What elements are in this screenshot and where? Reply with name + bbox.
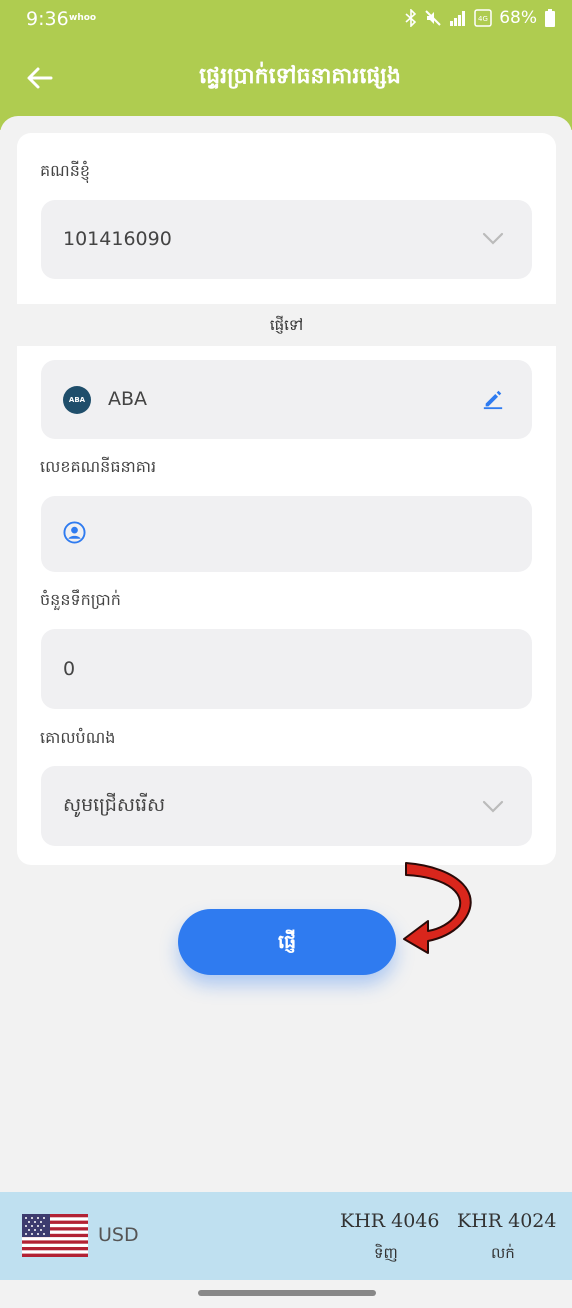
my-account-select[interactable]: 101416090: [41, 200, 532, 279]
system-nav-bar: [0, 1280, 572, 1308]
lte-text: 4G: [478, 15, 488, 23]
amount-input[interactable]: 0: [41, 629, 532, 709]
status-time: 9:36: [26, 8, 69, 30]
mute-icon: [425, 10, 441, 26]
us-flag-icon: [22, 1214, 88, 1257]
bank-name: ABA: [108, 388, 148, 410]
bank-select[interactable]: ABA ABA: [41, 360, 532, 439]
buy-label: ទិញ: [374, 1244, 398, 1262]
currency-code: USD: [98, 1224, 139, 1246]
purpose-select[interactable]: សូមជ្រើសរើស: [41, 766, 532, 846]
account-circle-icon[interactable]: [63, 521, 86, 544]
bluetooth-icon: [405, 9, 417, 27]
amount-label: ចំនួនទឹកប្រាក់: [40, 590, 121, 609]
status-bar: 9:36 whoo 4G 68%: [0, 0, 572, 40]
my-account-label: គណនីខ្ញុំ: [40, 161, 90, 180]
sell-rate: KHR 4024: [457, 1210, 557, 1232]
send-to-section-header: ផ្ញើទៅ: [17, 304, 556, 346]
app-header: 9:36 whoo 4G 68% ផ្ទេរប្រាក់ទៅធនាគារផ្សេ…: [0, 0, 572, 130]
battery-percent: 68%: [499, 8, 537, 28]
account-number-input[interactable]: [41, 496, 532, 572]
home-indicator[interactable]: [198, 1290, 376, 1296]
buy-rate: KHR 4046: [340, 1210, 440, 1232]
send-to-label: ផ្ញើទៅ: [269, 316, 304, 334]
page-title: ផ្ទេរប្រាក់ទៅធនាគារផ្សេង: [199, 64, 401, 89]
exchange-rate-bar: USD KHR 4046 ទិញ KHR 4024 លក់: [0, 1192, 572, 1280]
chevron-down-icon: [482, 232, 504, 245]
purpose-label: គោលបំណង: [40, 728, 116, 747]
send-button[interactable]: ផ្ញើ: [178, 909, 396, 975]
my-account-value: 101416090: [63, 228, 172, 250]
chevron-down-icon: [482, 800, 504, 813]
status-icons: 4G 68%: [405, 8, 556, 28]
edit-pencil-icon[interactable]: [482, 388, 504, 410]
lte-icon: 4G: [474, 9, 492, 27]
battery-icon: [545, 9, 555, 27]
back-arrow-icon[interactable]: [24, 62, 56, 94]
account-number-label: លេខគណនីធនាគារ: [40, 457, 157, 476]
sell-label: លក់: [491, 1244, 515, 1262]
aba-bank-logo: ABA: [63, 386, 91, 414]
status-carrier: whoo: [69, 13, 97, 23]
annotation-arrow-icon: [403, 862, 472, 954]
signal-icon: [450, 11, 466, 26]
purpose-value: សូមជ្រើសរើស: [63, 794, 166, 816]
amount-value: 0: [63, 658, 76, 680]
